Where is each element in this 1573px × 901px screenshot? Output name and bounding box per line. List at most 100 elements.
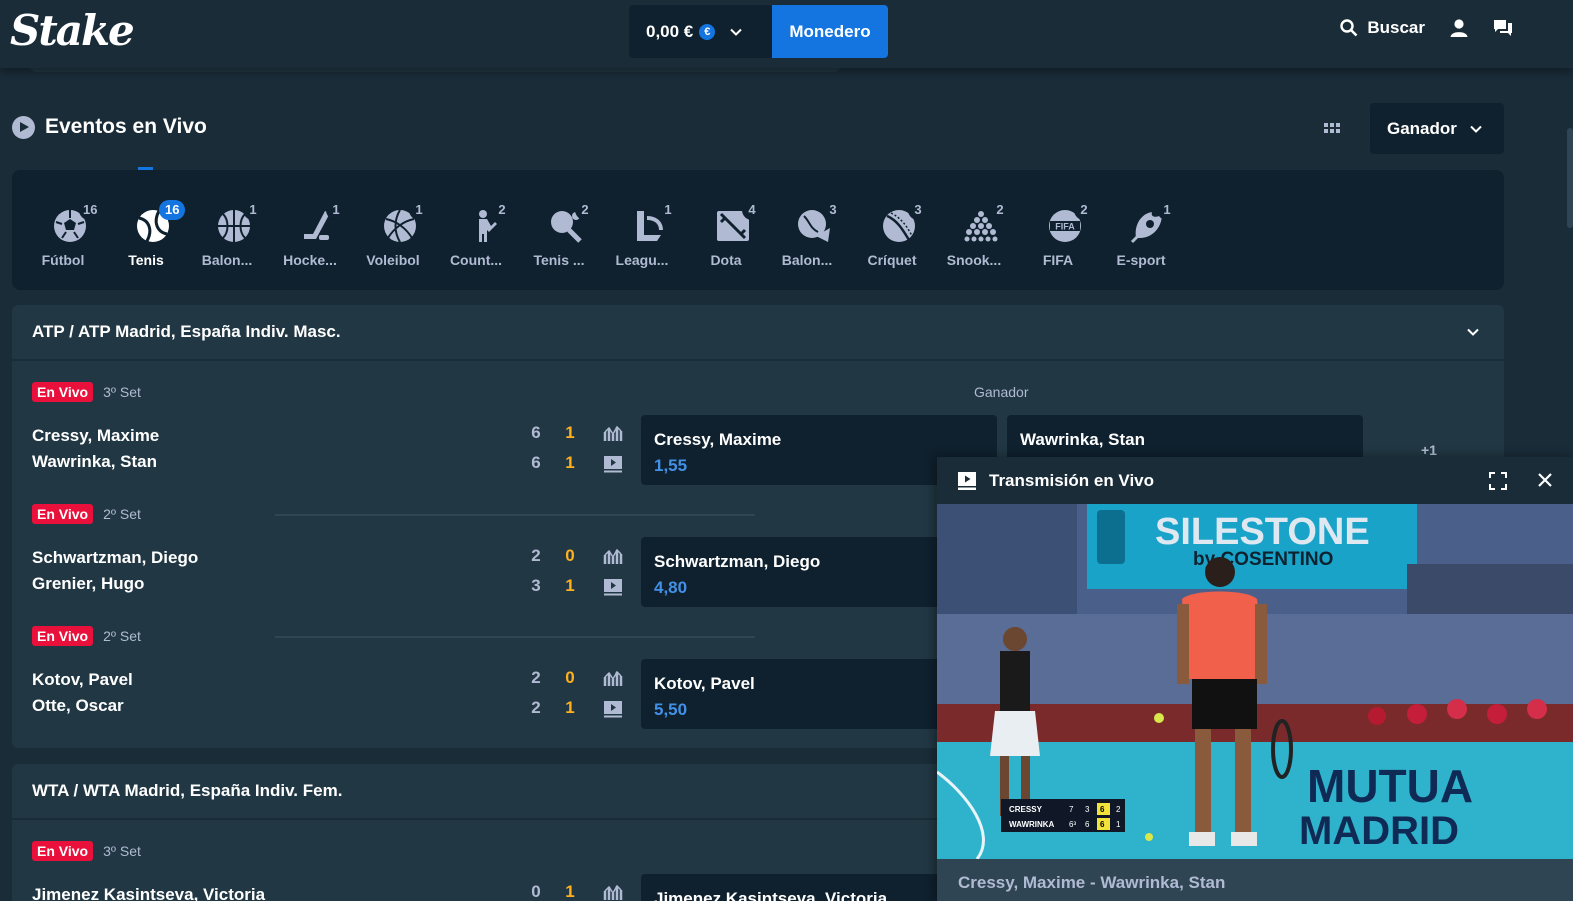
chevron-down-icon <box>1470 125 1482 133</box>
live-badge: En Vivo <box>32 841 94 861</box>
sport-label: Balon... <box>201 252 253 268</box>
sport-label: Snook... <box>946 252 1002 268</box>
sport-count: 2 <box>492 200 512 220</box>
player-1: Schwartzman, Diego <box>32 548 199 567</box>
live-stream-widget: Transmisión en Vivo SILESTONE by COSENTI… <box>937 457 1573 901</box>
score-sets: 0 <box>531 882 541 901</box>
sport-criquet[interactable]: 3 Críquet <box>850 170 934 290</box>
stream-title: Transmisión en Vivo <box>989 470 1155 490</box>
more-markets-button[interactable]: +1 <box>1421 442 1437 458</box>
match-icons <box>603 424 623 478</box>
sport-esport[interactable]: 1 E-sport <box>1099 170 1183 290</box>
match-players[interactable]: Kotov, Pavel Otte, Oscar <box>32 667 133 719</box>
player-2: Otte, Oscar <box>32 696 124 715</box>
match-players[interactable]: Cressy, Maxime Wawrinka, Stan <box>32 423 159 475</box>
match-scores: 2 0 2 1 <box>527 663 579 723</box>
sport-tenis-mesa[interactable]: 2 Tenis ... <box>517 170 601 290</box>
scoreboard-cell: 6 <box>1100 805 1105 814</box>
match-status: En Vivo 2º Set <box>32 504 141 524</box>
score-games: 1 <box>565 453 575 472</box>
match-status: En Vivo 3º Set <box>32 841 141 861</box>
sports-filter-bar: 16 Fútbol 16 Tenis 1 Balon... 1 Hocke...… <box>12 170 1504 290</box>
odds-outcome: Kotov, Pavel <box>654 674 755 693</box>
market-column-label: Ganador <box>974 384 1029 400</box>
user-icon[interactable] <box>1449 18 1469 38</box>
banner-text-bottom-1: MUTUA <box>1307 760 1473 812</box>
set-label: 3º Set <box>103 384 141 400</box>
sport-futbol[interactable]: 16 Fútbol <box>21 170 105 290</box>
match-status: En Vivo 2º Set <box>32 626 141 646</box>
search-label: Buscar <box>1367 18 1425 37</box>
grid-view-icon[interactable] <box>1324 123 1340 133</box>
wallet: 0,00 € € Monedero <box>629 5 888 58</box>
market-dropdown-label: Ganador <box>1387 118 1457 138</box>
market-dropdown[interactable]: Ganador <box>1370 103 1504 154</box>
sport-snooker[interactable]: 2 Snook... <box>932 170 1016 290</box>
score-games: 0 <box>565 546 575 565</box>
wallet-button[interactable]: Monedero <box>772 5 888 58</box>
match-players[interactable]: Jimenez Kasintseva, Victoria <box>32 882 265 901</box>
sport-count: 3 <box>908 200 928 220</box>
score-games: 0 <box>565 668 575 687</box>
score-sets: 3 <box>531 576 541 595</box>
sport-label: FIFA <box>1042 252 1074 268</box>
sport-count: 1 <box>409 200 429 220</box>
sport-balonmano[interactable]: 3 Balon... <box>765 170 849 290</box>
score-sets: 2 <box>531 546 541 565</box>
match-scores: 2 0 3 1 <box>527 541 579 601</box>
sport-count: 1 <box>326 200 346 220</box>
sport-counter-strike[interactable]: 2 Count... <box>434 170 518 290</box>
sport-count: 1 <box>243 200 263 220</box>
set-label: 2º Set <box>103 506 141 522</box>
scoreboard-player-2: WAWRINKA <box>1009 820 1055 829</box>
live-stream-icon[interactable] <box>603 578 623 596</box>
sport-voleibol[interactable]: 1 Voleibol <box>351 170 435 290</box>
live-stream-icon[interactable] <box>603 700 623 718</box>
sport-hockey[interactable]: 1 Hocke... <box>268 170 352 290</box>
match-divider <box>275 636 755 638</box>
tournament-header[interactable]: ATP / ATP Madrid, España Indiv. Masc. <box>12 305 1504 361</box>
banner-text-bottom-2: MADRID <box>1299 809 1459 853</box>
stats-icon[interactable] <box>603 547 623 565</box>
section-title: Eventos en Vivo <box>45 115 207 138</box>
stats-icon[interactable] <box>603 669 623 687</box>
chevron-down-icon[interactable] <box>1466 325 1480 339</box>
scoreboard-cell: 7 <box>1069 805 1074 814</box>
score-games: 1 <box>565 576 575 595</box>
fullscreen-icon[interactable] <box>1489 472 1507 490</box>
match-icons <box>603 547 623 601</box>
sport-count: 1 <box>1157 200 1177 220</box>
match-players[interactable]: Schwartzman, Diego Grenier, Hugo <box>32 545 198 597</box>
sport-count: 2 <box>575 200 595 220</box>
odds-outcome: Jimenez Kasintseva, Victoria <box>654 889 888 901</box>
sport-label: Leagu... <box>615 252 669 268</box>
close-icon[interactable] <box>1538 473 1552 487</box>
balance-selector[interactable]: 0,00 € € <box>629 5 772 58</box>
odds-outcome: Cressy, Maxime <box>654 430 782 449</box>
stats-icon[interactable] <box>603 883 623 901</box>
sport-dota[interactable]: 4 Dota <box>684 170 768 290</box>
chat-icon[interactable] <box>1493 18 1513 38</box>
sport-baloncesto[interactable]: 1 Balon... <box>185 170 269 290</box>
sport-tenis[interactable]: 16 Tenis <box>104 170 188 290</box>
player-1: Cressy, Maxime <box>32 426 160 445</box>
svg-text:FIFA: FIFA <box>1055 222 1075 232</box>
sport-count: 4 <box>742 200 762 220</box>
page-scrollbar[interactable] <box>1567 128 1573 228</box>
stats-icon[interactable] <box>603 424 623 442</box>
sport-fifa[interactable]: FIFA 2 FIFA <box>1016 170 1100 290</box>
stake-logo[interactable]: Stake <box>10 6 135 55</box>
match-icons <box>603 669 623 723</box>
sport-label: Tenis ... <box>533 252 585 268</box>
sport-league-of-legends[interactable]: 1 Leagu... <box>600 170 684 290</box>
sport-count: 1 <box>658 200 678 220</box>
sport-label: Voleibol <box>366 252 420 268</box>
stream-header[interactable]: Transmisión en Vivo <box>937 457 1573 504</box>
sport-label: Tenis <box>128 252 164 268</box>
search-button[interactable]: Buscar <box>1340 18 1425 38</box>
search-icon <box>1340 19 1358 37</box>
score-games: 1 <box>565 698 575 717</box>
live-stream-icon[interactable] <box>603 455 623 473</box>
stream-video[interactable]: SILESTONE by COSENTINO MUTUA MADRID CRES… <box>937 504 1573 859</box>
match-status: En Vivo 3º Set <box>32 382 141 402</box>
